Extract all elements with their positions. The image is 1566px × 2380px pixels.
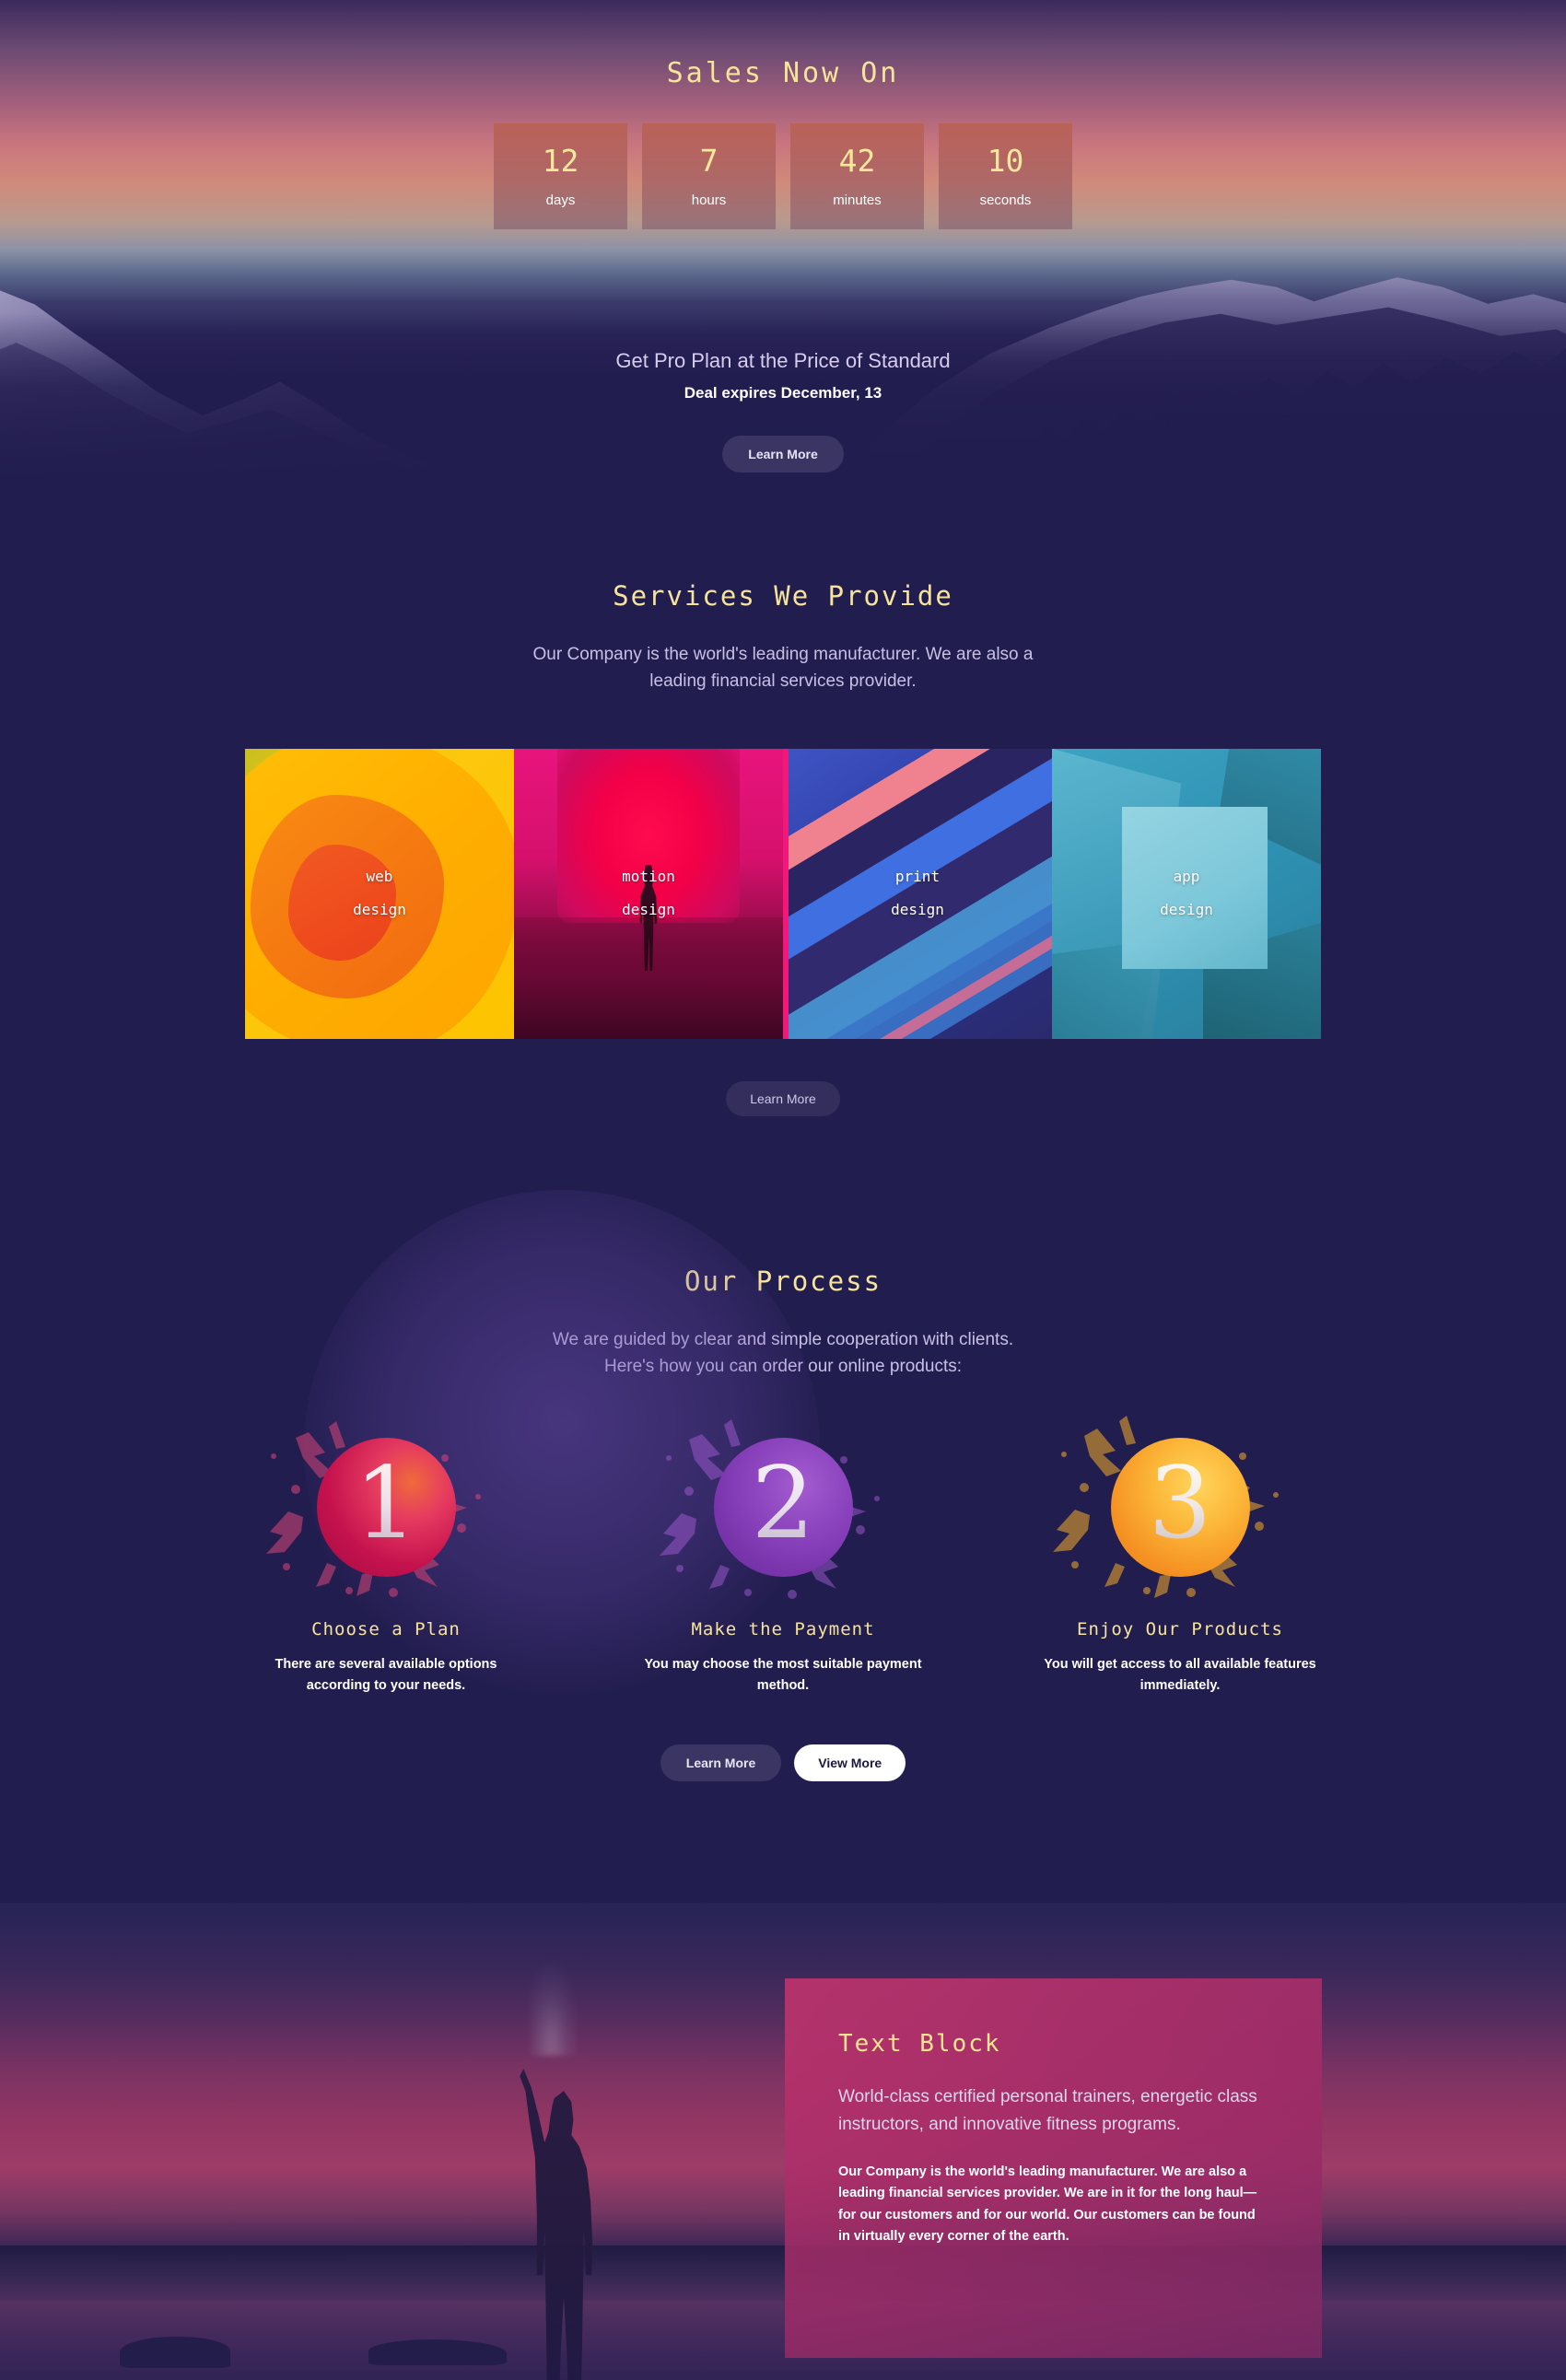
process-step-1-description: There are several available options acco… xyxy=(275,1656,497,1693)
process-step-2-description: You may choose the most suitable payment… xyxy=(644,1656,922,1693)
service-card-web-design[interactable]: web design xyxy=(245,748,514,1039)
beach-overlay-gradient xyxy=(0,1903,1566,2380)
service-card-print-design[interactable]: print design xyxy=(783,748,1052,1039)
service-card-label-print: print design xyxy=(891,860,944,928)
countdown-value-seconds: 10 xyxy=(987,142,1024,179)
services-description: Our Company is the world's leading manuf… xyxy=(532,645,1034,692)
countdown-unit-hours: 7 hours xyxy=(642,123,776,229)
countdown-label-days: days xyxy=(545,192,576,208)
print-artwork-edge xyxy=(783,748,789,1039)
process-step-2-sphere: 2 xyxy=(713,1437,853,1577)
hero-deadline: Deal expires December, 13 xyxy=(684,384,882,402)
service-card-label-web: web design xyxy=(353,860,406,928)
process-step-1-visual: 1 xyxy=(209,1408,564,1606)
process-step-2-title: Make the Payment xyxy=(691,1618,875,1639)
services-title: Services We Provide xyxy=(613,580,953,612)
countdown-timer: 12 days 7 hours 42 minutes 10 seconds xyxy=(0,123,1566,229)
text-block-section: Text Block World-class certified persona… xyxy=(0,1903,1566,2380)
services-section: Services We Provide Our Company is the w… xyxy=(0,479,1566,1116)
process-step-3-title: Enjoy Our Products xyxy=(1077,1618,1283,1639)
service-card-line2-print: design xyxy=(891,901,944,919)
service-card-line1-app: app xyxy=(1173,867,1200,885)
hero-section: Sales Now On 12 days 7 hours 42 minutes … xyxy=(0,0,1566,479)
process-step-3-visual: 3 xyxy=(1003,1408,1358,1606)
process-description-line2: Here's how you can order our online prod… xyxy=(603,1357,963,1377)
service-card-motion-design[interactable]: motion design xyxy=(514,748,783,1039)
service-card-app-design[interactable]: app design xyxy=(1052,748,1321,1039)
service-card-label-motion: motion design xyxy=(622,860,675,928)
process-step-3-number: 3 xyxy=(1148,1446,1212,1562)
services-learn-more-button[interactable]: Learn More xyxy=(726,1080,840,1116)
hero-title: Sales Now On xyxy=(666,57,900,89)
hero-cta-wrapper: Learn More xyxy=(0,436,1566,472)
text-block-title: Text Block xyxy=(838,2030,1001,2059)
service-card-line2-app: design xyxy=(1160,901,1213,919)
countdown-label-seconds: seconds xyxy=(979,192,1032,208)
process-step-3: 3 Enjoy Our Products You will get access… xyxy=(1003,1408,1358,1697)
countdown-label-minutes: minutes xyxy=(833,192,882,208)
service-card-line2-motion: design xyxy=(622,901,675,919)
service-card-line1-web: web xyxy=(366,867,393,885)
countdown-value-days: 12 xyxy=(542,142,579,179)
service-card-label-app: app design xyxy=(1160,860,1213,928)
process-step-1-title: Choose a Plan xyxy=(311,1618,461,1639)
countdown-label-hours: hours xyxy=(691,192,727,208)
process-section: Our Process We are guided by clear and s… xyxy=(0,1116,1566,1782)
service-card-line2-web: design xyxy=(353,901,406,919)
hero-content: Sales Now On 12 days 7 hours 42 minutes … xyxy=(0,0,1566,479)
process-step-2: 2 Make the Payment You may choose the mo… xyxy=(606,1408,961,1697)
process-title: Our Process xyxy=(684,1265,882,1297)
countdown-unit-minutes: 42 minutes xyxy=(790,123,924,229)
process-cta-wrapper: Learn More View More xyxy=(0,1744,1566,1782)
process-description: We are guided by clear and simple cooper… xyxy=(516,1326,1050,1381)
process-learn-more-button[interactable]: Learn More xyxy=(660,1744,782,1782)
hero-subtitle: Get Pro Plan at the Price of Standard xyxy=(615,349,951,372)
service-card-line1-print: print xyxy=(894,867,941,885)
process-step-2-visual: 2 xyxy=(606,1408,961,1606)
services-card-grid: web design motion design print design ap… xyxy=(0,748,1566,1039)
services-cta-wrapper: Learn More xyxy=(0,1080,1566,1116)
process-view-more-button[interactable]: View More xyxy=(794,1744,906,1782)
hero-learn-more-button[interactable]: Learn More xyxy=(722,436,844,472)
process-description-line1: We are guided by clear and simple cooper… xyxy=(552,1329,1014,1349)
countdown-value-minutes: 42 xyxy=(838,142,876,179)
service-card-line1-motion: motion xyxy=(622,867,675,885)
process-step-1-number: 1 xyxy=(354,1446,418,1562)
process-step-2-number: 2 xyxy=(751,1446,815,1562)
process-steps: 1 Choose a Plan There are several availa… xyxy=(0,1408,1566,1697)
text-block-lead: World-class certified personal trainers,… xyxy=(838,2087,1257,2134)
process-step-3-description: You will get access to all available fea… xyxy=(1044,1656,1316,1693)
text-block-body: Our Company is the world's leading manuf… xyxy=(838,2164,1257,2245)
countdown-unit-seconds: 10 seconds xyxy=(939,123,1072,229)
process-step-3-sphere: 3 xyxy=(1110,1437,1250,1577)
countdown-unit-days: 12 days xyxy=(494,123,627,229)
process-step-1-sphere: 1 xyxy=(316,1437,456,1577)
process-step-1: 1 Choose a Plan There are several availa… xyxy=(209,1408,564,1697)
landing-page: Sales Now On 12 days 7 hours 42 minutes … xyxy=(0,0,1566,2380)
text-block-panel: Text Block World-class certified persona… xyxy=(785,1978,1322,2359)
countdown-value-hours: 7 xyxy=(699,142,719,179)
